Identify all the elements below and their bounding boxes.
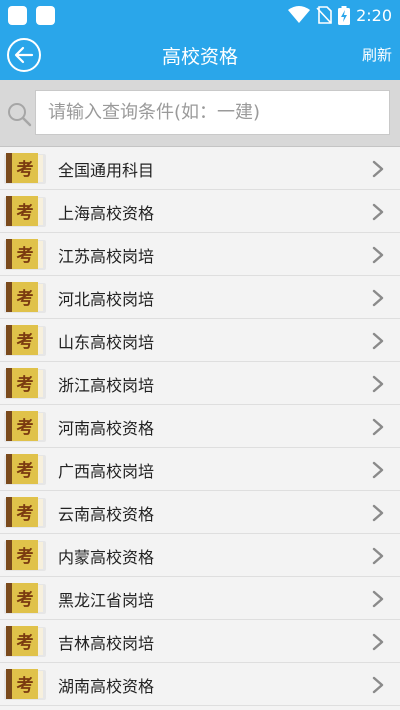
- notification-icon: [36, 5, 55, 25]
- exam-book-icon: 考: [4, 239, 46, 270]
- list-item-label: 吉林高校岗培: [58, 634, 155, 653]
- battery-charging-icon: [338, 5, 351, 25]
- chevron-right-icon: [372, 375, 384, 393]
- status-time: 2:20: [356, 5, 392, 25]
- list-item[interactable]: 考 广西高校岗培: [0, 448, 400, 491]
- book-glyph: 考: [16, 288, 34, 309]
- chevron-right-icon: [372, 547, 384, 565]
- list-item[interactable]: 考 河北高校岗培: [0, 276, 400, 319]
- exam-list: 考 全国通用科目 考 上海高校资格 考 江苏高校岗培 考 河北高校岗培 考 山东…: [0, 147, 400, 706]
- list-item[interactable]: 考 浙江高校岗培: [0, 362, 400, 405]
- list-item-label: 广西高校岗培: [58, 462, 155, 481]
- list-item-label: 山东高校岗培: [58, 333, 155, 352]
- list-item[interactable]: 考 湖南高校资格: [0, 663, 400, 706]
- exam-book-icon: 考: [4, 325, 46, 356]
- chevron-right-icon: [372, 332, 384, 350]
- book-glyph: 考: [16, 202, 34, 223]
- list-item-label: 内蒙高校资格: [58, 548, 155, 567]
- chevron-right-icon: [372, 504, 384, 522]
- list-item[interactable]: 考 云南高校资格: [0, 491, 400, 534]
- list-item[interactable]: 考 上海高校资格: [0, 190, 400, 233]
- exam-book-icon: 考: [4, 153, 46, 184]
- search-icon: [8, 103, 32, 127]
- exam-book-icon: 考: [4, 282, 46, 313]
- book-glyph: 考: [16, 632, 34, 653]
- search-input[interactable]: [35, 90, 390, 135]
- list-item-label: 上海高校资格: [58, 204, 155, 223]
- chevron-right-icon: [372, 418, 384, 436]
- exam-book-icon: 考: [4, 540, 46, 571]
- exam-book-icon: 考: [4, 196, 46, 227]
- page-title: 高校资格: [161, 45, 238, 68]
- exam-book-icon: 考: [4, 411, 46, 442]
- list-item-label: 云南高校资格: [58, 505, 155, 524]
- app-bar: 高校资格 刷新: [0, 30, 400, 80]
- chevron-right-icon: [372, 633, 384, 651]
- list-item-label: 河南高校资格: [58, 419, 155, 438]
- chevron-right-icon: [372, 676, 384, 694]
- list-item-label: 河北高校岗培: [58, 290, 155, 309]
- refresh-button[interactable]: 刷新: [362, 44, 392, 65]
- exam-book-icon: 考: [4, 583, 46, 614]
- list-item[interactable]: 考 黑龙江省岗培: [0, 577, 400, 620]
- book-glyph: 考: [16, 331, 34, 352]
- status-bar: 2:20: [0, 0, 400, 30]
- list-item-label: 全国通用科目: [58, 161, 155, 180]
- chevron-right-icon: [372, 160, 384, 178]
- notification-icons: [8, 5, 55, 25]
- list-item-label: 黑龙江省岗培: [58, 591, 155, 610]
- list-item[interactable]: 考 吉林高校岗培: [0, 620, 400, 663]
- book-glyph: 考: [16, 589, 34, 610]
- list-item[interactable]: 考 河南高校资格: [0, 405, 400, 448]
- search-bar: [0, 80, 400, 147]
- list-item[interactable]: 考 山东高校岗培: [0, 319, 400, 362]
- list-item-label: 浙江高校岗培: [58, 376, 155, 395]
- wifi-icon: [288, 6, 311, 23]
- book-glyph: 考: [16, 675, 34, 696]
- list-item-label: 江苏高校岗培: [58, 247, 155, 266]
- exam-book-icon: 考: [4, 497, 46, 528]
- book-glyph: 考: [16, 245, 34, 266]
- no-sim-icon: [316, 6, 332, 24]
- chevron-right-icon: [372, 461, 384, 479]
- exam-book-icon: 考: [4, 454, 46, 485]
- chevron-right-icon: [372, 246, 384, 264]
- book-glyph: 考: [16, 159, 34, 180]
- book-glyph: 考: [16, 546, 34, 567]
- exam-book-icon: 考: [4, 626, 46, 657]
- book-glyph: 考: [16, 460, 34, 481]
- chevron-right-icon: [372, 590, 384, 608]
- list-item[interactable]: 考 全国通用科目: [0, 147, 400, 190]
- exam-book-icon: 考: [4, 669, 46, 700]
- book-glyph: 考: [16, 503, 34, 524]
- list-item[interactable]: 考 内蒙高校资格: [0, 534, 400, 577]
- book-glyph: 考: [16, 374, 34, 395]
- notification-icon: [8, 5, 27, 25]
- chevron-right-icon: [372, 289, 384, 307]
- book-glyph: 考: [16, 417, 34, 438]
- list-item-label: 湖南高校资格: [58, 677, 155, 696]
- chevron-right-icon: [372, 203, 384, 221]
- list-item[interactable]: 考 江苏高校岗培: [0, 233, 400, 276]
- back-icon[interactable]: [6, 37, 42, 73]
- exam-book-icon: 考: [4, 368, 46, 399]
